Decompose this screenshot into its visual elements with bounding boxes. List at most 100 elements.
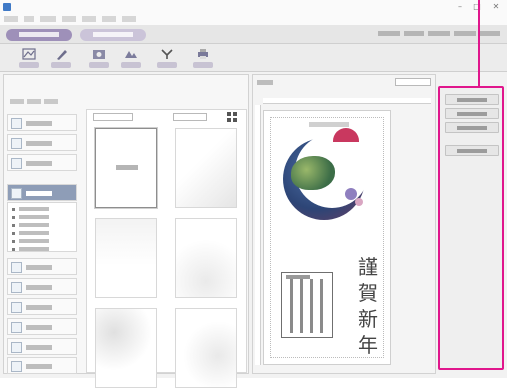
menu-window[interactable] — [102, 16, 116, 22]
action-button-label — [457, 98, 487, 102]
category-item[interactable] — [7, 338, 77, 355]
template-thumbnail[interactable] — [175, 308, 237, 388]
layout-button[interactable] — [16, 47, 42, 69]
category-label — [26, 161, 52, 166]
menu-edit[interactable] — [24, 16, 34, 22]
menu-tools[interactable] — [82, 16, 96, 22]
tab-label — [19, 32, 59, 37]
photo-icon — [93, 50, 105, 59]
greeting-char-3: 新 — [358, 307, 378, 331]
category-item-selected[interactable] — [7, 184, 77, 201]
category-label — [26, 305, 52, 310]
print-button[interactable] — [190, 47, 216, 69]
category-item[interactable] — [7, 357, 77, 374]
thumbnail-toolbar — [87, 110, 246, 124]
card-header-text — [309, 122, 349, 127]
nav-item-3[interactable] — [428, 30, 450, 38]
nav-label — [378, 31, 400, 36]
preview-label — [257, 80, 273, 85]
template-thumbnail[interactable] — [95, 308, 157, 388]
pane-title — [10, 80, 100, 91]
category-label — [26, 285, 52, 290]
action-button-1[interactable] — [445, 94, 499, 105]
subcategory-item[interactable] — [12, 246, 72, 253]
template-thumbnail[interactable] — [175, 128, 237, 208]
subcategory-item[interactable] — [12, 214, 72, 221]
greeting-char-4: 年 — [358, 333, 378, 357]
preview-toolbar — [253, 75, 435, 89]
illustration-button-label — [121, 62, 141, 68]
address-line — [310, 279, 313, 333]
template-type-select[interactable] — [93, 113, 133, 121]
category-item[interactable] — [7, 298, 77, 315]
subcategory-item[interactable] — [12, 230, 72, 237]
nav-item-2[interactable] — [404, 30, 424, 38]
category-label — [26, 121, 52, 126]
layout-icon — [22, 48, 36, 60]
category-icon — [11, 262, 22, 273]
tab-card-design[interactable] — [6, 29, 72, 41]
highlight-callout-line — [478, 0, 480, 88]
address-line — [290, 279, 293, 333]
preview-scrollbar[interactable] — [253, 365, 435, 373]
category-item[interactable] — [7, 134, 77, 151]
grid-view-icon[interactable] — [227, 112, 237, 122]
thumbnail-grid — [86, 109, 247, 388]
illustration-button[interactable] — [118, 47, 144, 69]
title-bar: – □ ✕ — [0, 0, 507, 14]
template-thumbnail-selected[interactable] — [95, 128, 157, 208]
action-button-2[interactable] — [445, 108, 499, 119]
category-icon — [11, 188, 22, 199]
nav-item-1[interactable] — [378, 30, 400, 38]
category-item[interactable] — [7, 114, 77, 131]
postcard-canvas[interactable]: 謹 賀 新 年 — [263, 110, 391, 365]
category-icon — [11, 322, 22, 333]
menu-file[interactable] — [4, 16, 18, 22]
category-label — [26, 191, 52, 196]
card-preview-pane: 謹 賀 新 年 — [252, 74, 436, 374]
text-button[interactable] — [48, 47, 74, 69]
menu-help[interactable] — [122, 16, 136, 22]
carp-illustration — [291, 156, 335, 190]
close-button[interactable]: ✕ — [490, 2, 502, 12]
category-icon — [11, 302, 22, 313]
tab-address[interactable] — [80, 29, 146, 41]
action-button-4[interactable] — [445, 145, 499, 156]
subcategory-item[interactable] — [12, 222, 72, 229]
subcategory-item[interactable] — [12, 238, 72, 245]
menu-view[interactable] — [62, 16, 76, 22]
minimize-button[interactable]: – — [454, 2, 466, 12]
template-thumbnail[interactable] — [95, 218, 157, 298]
print-area: 謹 賀 新 年 — [270, 117, 384, 358]
category-item[interactable] — [7, 318, 77, 335]
action-button-3[interactable] — [445, 122, 499, 133]
action-button-label — [457, 149, 487, 153]
nav-item-5[interactable] — [480, 30, 500, 38]
nav-item-4[interactable] — [454, 30, 476, 38]
mode-tab-bar — [0, 25, 507, 44]
subcategory-item[interactable] — [12, 206, 72, 213]
category-icon — [11, 282, 22, 293]
thumbnail-zoom-control[interactable] — [173, 113, 207, 121]
maximize-button[interactable]: □ — [471, 2, 483, 12]
category-item[interactable] — [7, 278, 77, 295]
photo-button[interactable] — [86, 47, 112, 69]
category-icon — [11, 158, 22, 169]
print-button-label — [193, 62, 213, 68]
app-icon — [3, 3, 11, 11]
category-item[interactable] — [7, 258, 77, 275]
nav-label — [428, 31, 450, 36]
category-label — [26, 325, 52, 330]
menu-layout[interactable] — [40, 16, 56, 22]
template-thumbnail[interactable] — [175, 218, 237, 298]
thumbnail-scrollbar[interactable] — [86, 365, 247, 373]
preview-zoom-select[interactable] — [395, 78, 431, 86]
brush-icon — [161, 49, 173, 59]
ribbon-toolbar — [0, 44, 507, 72]
category-item[interactable] — [7, 154, 77, 171]
photo-button-label — [89, 62, 109, 68]
decorate-button[interactable] — [154, 47, 180, 69]
category-label — [26, 141, 52, 146]
address-textbox[interactable] — [281, 272, 333, 338]
tab-label — [93, 32, 133, 37]
